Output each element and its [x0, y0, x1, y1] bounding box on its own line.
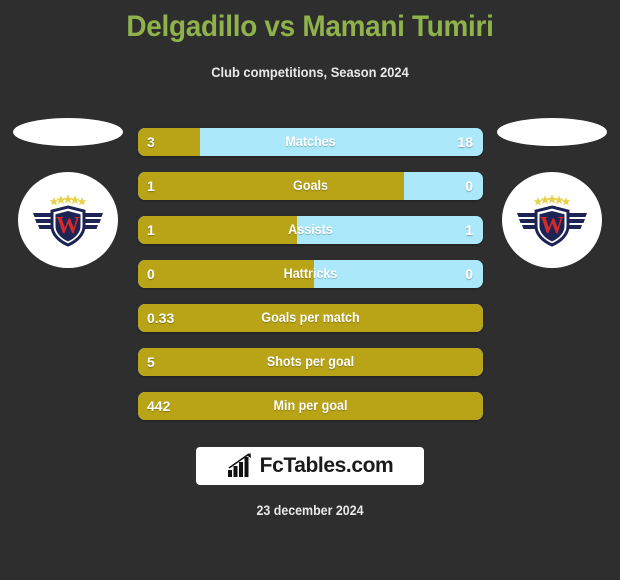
stat-label: Goals: [293, 178, 328, 193]
stat-row-assists: 1 Assists 1: [138, 216, 483, 244]
stat-row-goals: 1 Goals 0: [138, 172, 483, 200]
right-team-column: W: [492, 118, 612, 268]
fctables-logo-text: FcTables.com: [259, 454, 394, 477]
stat-label: Shots per goal: [266, 354, 355, 369]
stat-label: Hattricks: [283, 266, 338, 281]
stat-row-shots-per-goal: 5 Shots per goal: [138, 348, 483, 376]
right-team-crest[interactable]: W: [502, 172, 602, 268]
page-title: Delgadillo vs Mamani Tumiri: [126, 10, 494, 43]
left-team-crest[interactable]: W: [18, 172, 118, 268]
stat-label: Assists: [288, 222, 333, 237]
stat-label: Matches: [285, 134, 336, 149]
left-player-photo-placeholder: [13, 118, 123, 146]
stat-away-value: 0: [465, 266, 473, 282]
stat-away-value: 0: [465, 178, 473, 194]
stat-row-goals-per-match: 0.33 Goals per match: [138, 304, 483, 332]
stat-row-min-per-goal: 442 Min per goal: [138, 392, 483, 420]
stat-label: Min per goal: [273, 398, 348, 413]
stat-comparison-card: Delgadillo vs Mamani Tumiri Club competi…: [0, 0, 620, 580]
stat-away-value: 18: [457, 134, 473, 150]
stat-away-value: 1: [465, 222, 473, 238]
date-label: 23 december 2024: [256, 503, 364, 518]
stats-bar-list: 3 Matches 18 1 Goals 0 1 Assists 1 0 Hat…: [138, 128, 483, 436]
svg-text:W: W: [540, 213, 564, 239]
jorge-wilstermann-crest-icon: W: [517, 194, 587, 247]
fctables-logo[interactable]: FcTables.com: [196, 447, 424, 485]
right-player-photo-placeholder: [497, 118, 607, 146]
jorge-wilstermann-crest-icon: W: [33, 194, 103, 247]
bar-chart-arrow-icon: [227, 453, 251, 477]
stat-label: Goals per match: [261, 310, 360, 325]
stat-row-hattricks: 0 Hattricks 0: [138, 260, 483, 288]
stat-row-matches: 3 Matches 18: [138, 128, 483, 156]
page-subtitle: Club competitions, Season 2024: [211, 64, 409, 80]
left-team-column: W: [8, 118, 128, 268]
svg-text:W: W: [56, 213, 80, 239]
